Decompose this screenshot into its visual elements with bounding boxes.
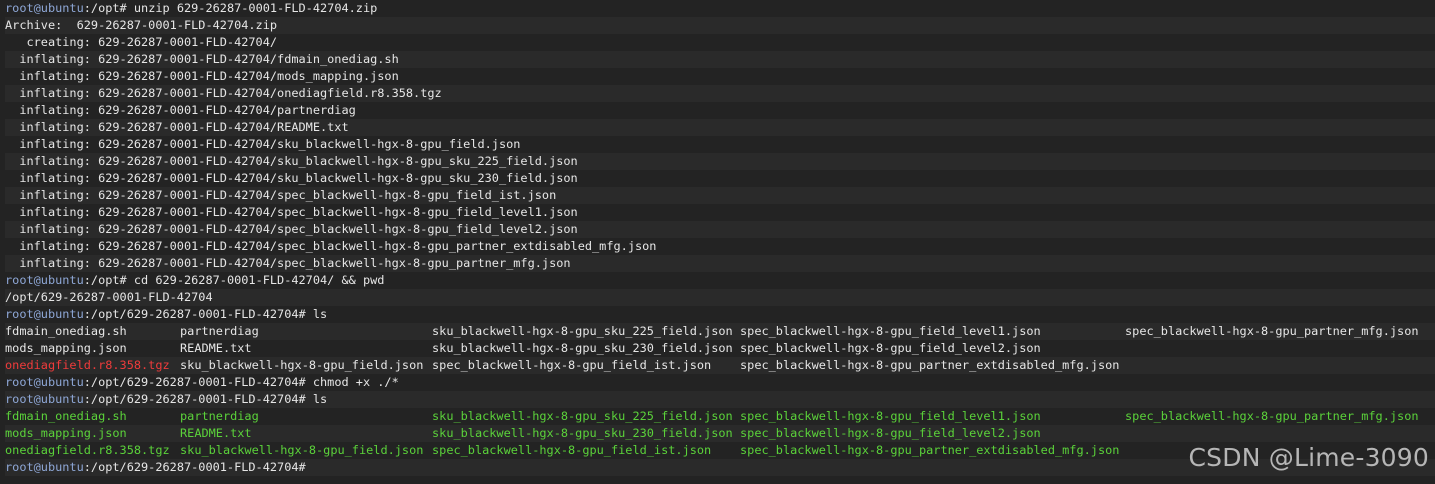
prompt-user: root@ubuntu [5, 307, 84, 321]
output-line: Archive: 629-26287-0001-FLD-42704.zip [5, 17, 1435, 34]
ls-entry: spec_blackwell-hgx-8-gpu_field_level2.js… [740, 341, 1041, 355]
prompt-user: root@ubuntu [5, 460, 84, 474]
prompt-path: :/opt/629-26287-0001-FLD-42704# [83, 392, 313, 406]
ls-entry: sku_blackwell-hgx-8-gpu_field.json [180, 358, 424, 372]
prompt-path: :/opt/629-26287-0001-FLD-42704# [83, 375, 313, 389]
prompt-line: root@ubuntu:/opt# cd 629-26287-0001-FLD-… [5, 272, 1435, 289]
ls-row: onediagfield.r8.358.tgz sku_blackwell-hg… [5, 357, 1435, 374]
output-line: creating: 629-26287-0001-FLD-42704/ [5, 35, 278, 49]
ls-entry-archive: onediagfield.r8.358.tgz [5, 358, 170, 372]
prompt-path: :/opt/629-26287-0001-FLD-42704# [83, 460, 313, 474]
ls-entry-executable: sku_blackwell-hgx-8-gpu_field.json [180, 443, 424, 457]
prompt-line: root@ubuntu:/opt/629-26287-0001-FLD-4270… [5, 306, 1435, 323]
output-line: inflating: 629-26287-0001-FLD-42704/sku_… [5, 171, 578, 185]
output-line: inflating: 629-26287-0001-FLD-42704/spec… [5, 205, 578, 219]
prompt-user: root@ubuntu [5, 375, 84, 389]
ls-entry: sku_blackwell-hgx-8-gpu_sku_225_field.js… [432, 324, 733, 338]
ls-entry-executable: sku_blackwell-hgx-8-gpu_sku_225_field.js… [432, 409, 733, 423]
output-line: inflating: 629-26287-0001-FLD-42704/READ… [5, 119, 1435, 136]
ls-entry: partnerdiag [180, 324, 259, 338]
ls-row: fdmain_onediag.sh partnerdiag sku_blackw… [5, 408, 1435, 425]
terminal-window[interactable]: root@ubuntu:/opt# unzip 629-26287-0001-F… [0, 0, 1435, 484]
command-text: cd 629-26287-0001-FLD-42704/ && pwd [133, 273, 385, 287]
output-line: inflating: 629-26287-0001-FLD-42704/spec… [5, 187, 1435, 204]
prompt-line: root@ubuntu:/opt/629-26287-0001-FLD-4270… [5, 391, 1435, 408]
ls-entry: fdmain_onediag.sh [5, 324, 127, 338]
output-line: inflating: 629-26287-0001-FLD-42704/spec… [5, 239, 657, 253]
command-text: chmod +x ./* [312, 375, 399, 389]
command-text: unzip 629-26287-0001-FLD-42704.zip [133, 1, 378, 15]
ls-entry-executable: spec_blackwell-hgx-8-gpu_partner_extdisa… [740, 443, 1120, 457]
ls-entry-executable: partnerdiag [180, 409, 259, 423]
ls-entry: spec_blackwell-hgx-8-gpu_field_level1.js… [740, 324, 1041, 338]
output-line: inflating: 629-26287-0001-FLD-42704/oned… [5, 85, 1435, 102]
output-line: /opt/629-26287-0001-FLD-42704 [5, 289, 1435, 306]
ls-entry-executable: spec_blackwell-hgx-8-gpu_field_level2.js… [740, 426, 1041, 440]
prompt-line: root@ubuntu:/opt/629-26287-0001-FLD-4270… [5, 374, 1435, 391]
ls-entry: mods_mapping.json [5, 341, 127, 355]
ls-entry-executable: sku_blackwell-hgx-8-gpu_sku_230_field.js… [432, 426, 733, 440]
ls-entry-executable: onediagfield.r8.358.tgz [5, 443, 170, 457]
ls-entry-executable: spec_blackwell-hgx-8-gpu_field_ist.json [432, 443, 712, 457]
prompt-user: root@ubuntu [5, 392, 84, 406]
ls-entry: README.txt [180, 341, 252, 355]
ls-entry: spec_blackwell-hgx-8-gpu_partner_extdisa… [740, 358, 1120, 372]
ls-row: mods_mapping.json README.txt sku_blackwe… [5, 340, 1435, 357]
output-line: inflating: 629-26287-0001-FLD-42704/sku_… [5, 137, 521, 151]
ls-entry: sku_blackwell-hgx-8-gpu_sku_230_field.js… [432, 341, 733, 355]
ls-entry-executable: fdmain_onediag.sh [5, 409, 127, 423]
command-text: ls [312, 307, 328, 321]
output-line: inflating: 629-26287-0001-FLD-42704/part… [5, 103, 356, 117]
command-text: ls [312, 392, 328, 406]
output-line: inflating: 629-26287-0001-FLD-42704/spec… [5, 221, 1435, 238]
prompt-path: :/opt# [83, 273, 134, 287]
prompt-path: :/opt# [83, 1, 134, 15]
ls-entry: spec_blackwell-hgx-8-gpu_partner_mfg.jso… [1125, 324, 1419, 338]
ls-entry-executable: README.txt [180, 426, 252, 440]
ls-entry-executable: mods_mapping.json [5, 426, 127, 440]
ls-row: mods_mapping.json README.txt sku_blackwe… [5, 425, 1435, 442]
ls-row: fdmain_onediag.sh partnerdiag sku_blackw… [5, 323, 1435, 340]
output-line: inflating: 629-26287-0001-FLD-42704/spec… [5, 255, 1435, 272]
prompt-path: :/opt/629-26287-0001-FLD-42704# [83, 307, 313, 321]
prompt-line: root@ubuntu:/opt# unzip 629-26287-0001-F… [5, 0, 1435, 17]
output-line: inflating: 629-26287-0001-FLD-42704/mods… [5, 69, 399, 83]
prompt-user: root@ubuntu [5, 1, 84, 15]
output-line: inflating: 629-26287-0001-FLD-42704/fdma… [5, 51, 1435, 68]
output-line: inflating: 629-26287-0001-FLD-42704/sku_… [5, 153, 1435, 170]
ls-entry-executable: spec_blackwell-hgx-8-gpu_field_level1.js… [740, 409, 1041, 423]
prompt-user: root@ubuntu [5, 273, 84, 287]
watermark-text: CSDN @Lime-3090 [1188, 443, 1429, 472]
ls-entry-executable: spec_blackwell-hgx-8-gpu_partner_mfg.jso… [1125, 409, 1419, 423]
ls-entry: spec_blackwell-hgx-8-gpu_field_ist.json [432, 358, 712, 372]
